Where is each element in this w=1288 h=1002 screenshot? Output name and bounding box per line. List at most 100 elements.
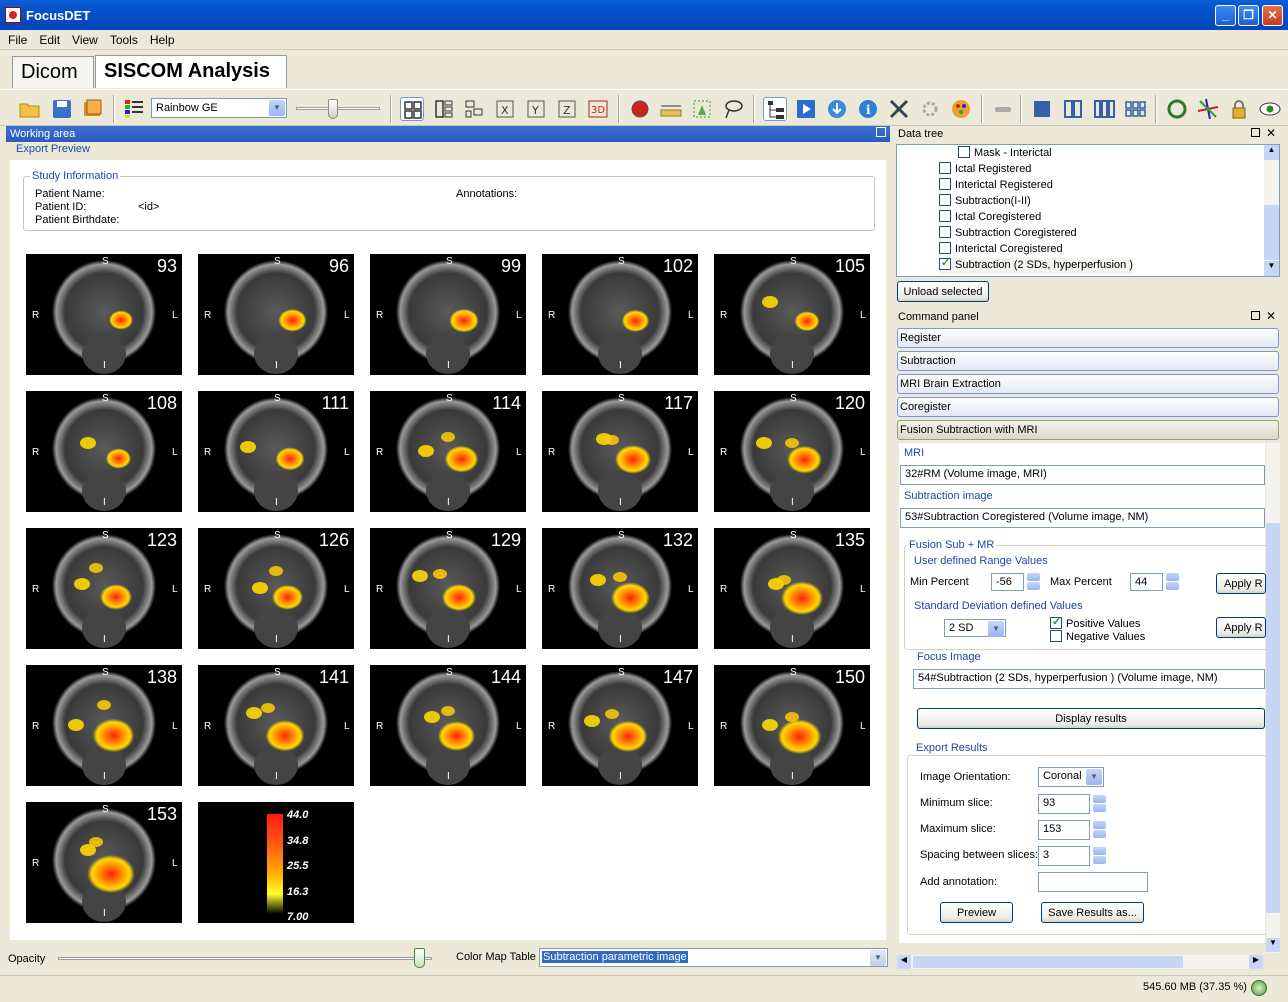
close-icon[interactable]: ✕ — [1266, 309, 1276, 323]
tree-item-checkbox[interactable] — [939, 162, 951, 174]
slider-thumb[interactable] — [328, 99, 338, 119]
close-button[interactable]: ✕ — [1262, 5, 1283, 26]
minimum-slice-spinner[interactable] — [1093, 795, 1106, 813]
opacity-slider[interactable] — [58, 957, 432, 960]
tree-item[interactable]: Subtraction Coregistered — [939, 226, 1077, 242]
column-layout-icon[interactable] — [432, 97, 456, 121]
grid-layout-icon[interactable] — [400, 97, 424, 121]
tree-scrollbar[interactable]: ▲ ▼ — [1264, 145, 1279, 276]
tree-item[interactable]: Subtraction(I-II) — [939, 194, 1031, 210]
download-icon[interactable] — [825, 97, 849, 121]
grid-view-icon[interactable] — [1123, 97, 1147, 121]
positive-values-checkbox[interactable]: Positive Values — [1050, 615, 1140, 630]
slice-thumbnail[interactable]: 138 S R L I — [26, 665, 182, 786]
tree-item-checkbox[interactable] — [939, 256, 951, 270]
y-view-icon[interactable]: Y — [524, 97, 548, 121]
coregister-section-button[interactable]: Coregister — [897, 397, 1279, 417]
display-results-button[interactable]: Display results — [917, 708, 1265, 729]
export-icon[interactable] — [81, 97, 105, 121]
scroll-right-icon[interactable]: ▶ — [1249, 955, 1263, 969]
slice-thumbnail[interactable]: 147 S R L I — [542, 665, 698, 786]
slice-thumbnail[interactable]: 102 S R L I — [542, 254, 698, 375]
z-view-icon[interactable]: Z — [555, 97, 579, 121]
slice-thumbnail[interactable]: 129 S R L I — [370, 528, 526, 649]
menu-view[interactable]: View — [64, 30, 102, 47]
tree-item-checkbox[interactable] — [939, 178, 951, 190]
apply-sd-button[interactable]: Apply R — [1216, 617, 1266, 638]
min-percent-input[interactable]: -56 — [991, 573, 1024, 591]
panel-restore-icon[interactable] — [876, 127, 886, 137]
subtraction-section-button[interactable]: Subtraction — [897, 351, 1279, 371]
scroll-down-icon[interactable]: ▼ — [1266, 938, 1280, 952]
spacing-spinner[interactable] — [1093, 847, 1106, 865]
recycle-icon[interactable] — [1165, 97, 1189, 121]
scroll-down-icon[interactable]: ▼ — [1264, 261, 1279, 276]
hierarchy-icon[interactable] — [763, 97, 787, 121]
annotation-input[interactable] — [1038, 872, 1148, 892]
scroll-up-icon[interactable]: ▲ — [1264, 145, 1279, 160]
slice-thumbnail[interactable]: 141 S R L I — [198, 665, 354, 786]
slice-thumbnail[interactable]: 153 S R L I — [26, 802, 182, 923]
opacity-slider-thumb[interactable] — [413, 948, 425, 968]
eye-icon[interactable] — [1258, 97, 1282, 121]
slice-thumbnail[interactable]: 114 S R L I — [370, 391, 526, 512]
maximum-slice-spinner[interactable] — [1093, 821, 1106, 839]
save-icon[interactable] — [50, 97, 74, 121]
single-view-icon[interactable] — [1030, 97, 1054, 121]
colormap-select[interactable]: Rainbow GE ▼ — [151, 98, 287, 118]
ruler-icon[interactable] — [659, 97, 683, 121]
toolbar-slider[interactable] — [296, 99, 380, 119]
tree-item[interactable]: Subtraction (2 SDs, hyperperfusion ) — [939, 256, 1133, 274]
scroll-left-icon[interactable]: ◀ — [897, 955, 911, 969]
tab-dicom[interactable]: Dicom — [12, 56, 94, 88]
tools-icon[interactable] — [887, 97, 911, 121]
slice-thumbnail[interactable]: 99 S R L I — [370, 254, 526, 375]
orientation-select[interactable]: Coronal ▼ — [1038, 767, 1104, 787]
minimum-slice-input[interactable]: 93 — [1038, 794, 1090, 814]
x-view-icon[interactable]: X — [493, 97, 517, 121]
negative-values-checkbox[interactable]: Negative Values — [1050, 630, 1145, 643]
lasso-icon[interactable] — [721, 97, 745, 121]
tree-item-checkbox[interactable] — [939, 226, 951, 238]
tree-item-checkbox[interactable] — [939, 242, 951, 254]
open-folder-icon[interactable] — [18, 97, 42, 121]
tree-layout-icon[interactable] — [462, 97, 486, 121]
gear-icon[interactable] — [918, 97, 942, 121]
slice-thumbnail[interactable]: 150 S R L I — [714, 665, 870, 786]
lock-icon[interactable] — [1227, 97, 1251, 121]
slice-thumbnail[interactable]: 123 S R L I — [26, 528, 182, 649]
menu-file[interactable]: File — [0, 30, 31, 47]
colormap-icon[interactable] — [122, 97, 146, 121]
palette-icon[interactable] — [949, 97, 973, 121]
maximum-slice-input[interactable]: 153 — [1038, 820, 1090, 840]
max-percent-input[interactable]: 44 — [1130, 573, 1163, 591]
fusion-subtraction-section-button[interactable]: Fusion Subtraction with MRI — [897, 420, 1279, 440]
tree-item-checkbox[interactable] — [958, 146, 970, 158]
sd-select[interactable]: 2 SD ▼ — [944, 619, 1006, 637]
min-percent-spinner[interactable] — [1027, 573, 1040, 591]
maximize-button[interactable]: ❐ — [1238, 5, 1259, 26]
slice-thumbnail[interactable]: 117 S R L I — [542, 391, 698, 512]
link-icon[interactable] — [991, 97, 1015, 121]
mri-field[interactable]: 32#RM (Volume image, MRI) — [900, 465, 1265, 485]
slice-thumbnail[interactable]: 144 S R L I — [370, 665, 526, 786]
tree-item[interactable]: Ictal Coregistered — [939, 210, 1041, 226]
panel-restore-icon[interactable] — [1251, 311, 1260, 320]
panel-restore-icon[interactable] — [1251, 128, 1260, 137]
slice-thumbnail[interactable]: 120 S R L I — [714, 391, 870, 512]
tab-siscom-analysis[interactable]: SISCOM Analysis — [95, 55, 287, 88]
hscroll-thumb[interactable] — [913, 956, 1183, 968]
preview-button[interactable]: Preview — [940, 902, 1013, 923]
slice-thumbnail[interactable]: 96 S R L I — [198, 254, 354, 375]
slice-thumbnail[interactable]: 108 S R L I — [26, 391, 182, 512]
save-results-button[interactable]: Save Results as... — [1041, 902, 1144, 923]
roi-icon[interactable] — [690, 97, 714, 121]
slice-thumbnail[interactable]: 135 S R L I — [714, 528, 870, 649]
menu-edit[interactable]: Edit — [31, 30, 64, 47]
command-panel-vscroll[interactable]: ▼ — [1266, 443, 1280, 953]
minimize-button[interactable]: _ — [1215, 5, 1236, 26]
max-percent-spinner[interactable] — [1166, 573, 1179, 591]
tree-item-checkbox[interactable] — [939, 210, 951, 222]
crosshair-icon[interactable] — [1196, 97, 1220, 121]
slice-thumbnail[interactable]: 132 S R L I — [542, 528, 698, 649]
